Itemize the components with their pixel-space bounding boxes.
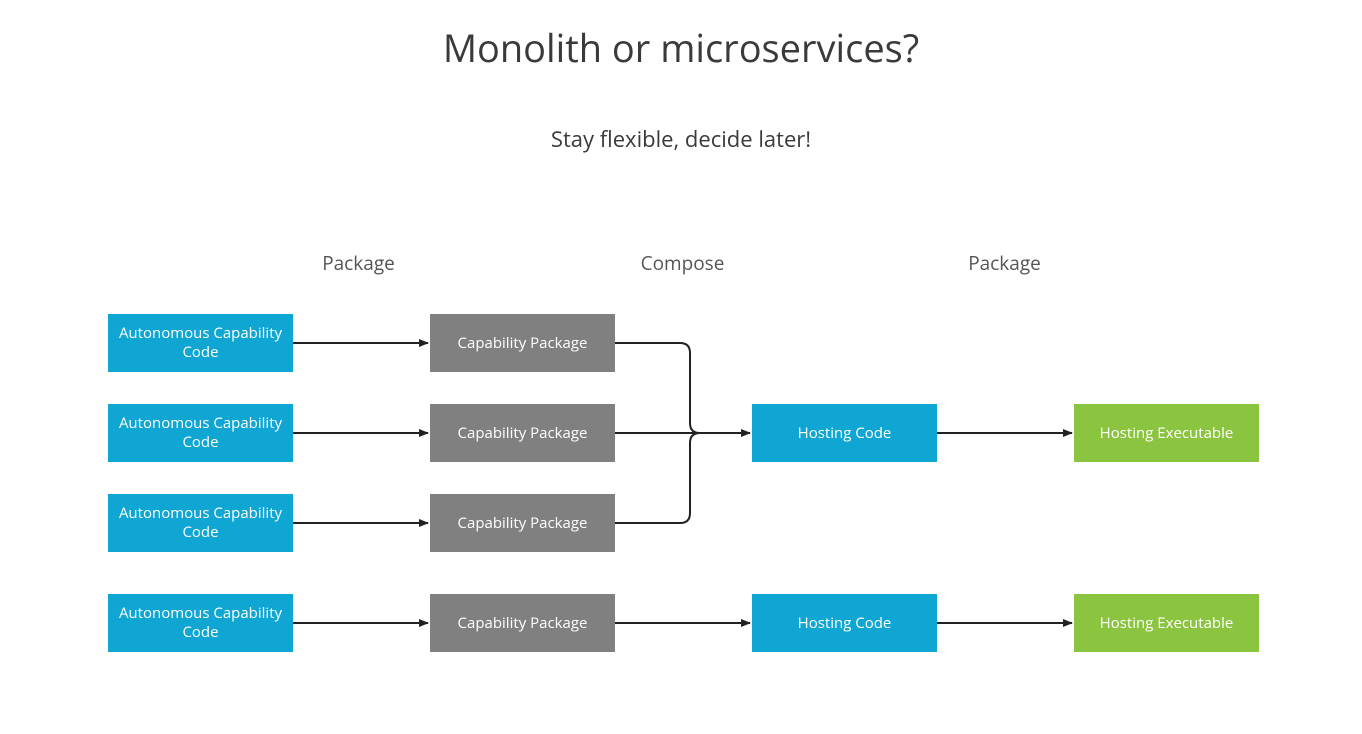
diagram-canvas: Monolith or microservices? Stay flexible… (0, 0, 1362, 734)
box-capability-package-2: Capability Package (430, 404, 615, 462)
box-hosting-code-2: Hosting Code (752, 594, 937, 652)
box-hosting-executable-1: Hosting Executable (1074, 404, 1259, 462)
column-label-package-2: Package (912, 250, 1097, 276)
box-autonomous-capability-4: Autonomous Capability Code (108, 594, 293, 652)
merge-branch-top (615, 343, 750, 433)
diagram-subtitle: Stay flexible, decide later! (0, 124, 1362, 154)
box-capability-package-3: Capability Package (430, 494, 615, 552)
box-hosting-executable-2: Hosting Executable (1074, 594, 1259, 652)
box-hosting-code-1: Hosting Code (752, 404, 937, 462)
box-autonomous-capability-1: Autonomous Capability Code (108, 314, 293, 372)
column-label-compose: Compose (590, 250, 775, 276)
box-autonomous-capability-2: Autonomous Capability Code (108, 404, 293, 462)
diagram-title: Monolith or microservices? (0, 22, 1362, 74)
box-autonomous-capability-3: Autonomous Capability Code (108, 494, 293, 552)
merge-branch-bot (615, 433, 750, 523)
box-capability-package-1: Capability Package (430, 314, 615, 372)
column-label-package-1: Package (266, 250, 451, 276)
box-capability-package-4: Capability Package (430, 594, 615, 652)
